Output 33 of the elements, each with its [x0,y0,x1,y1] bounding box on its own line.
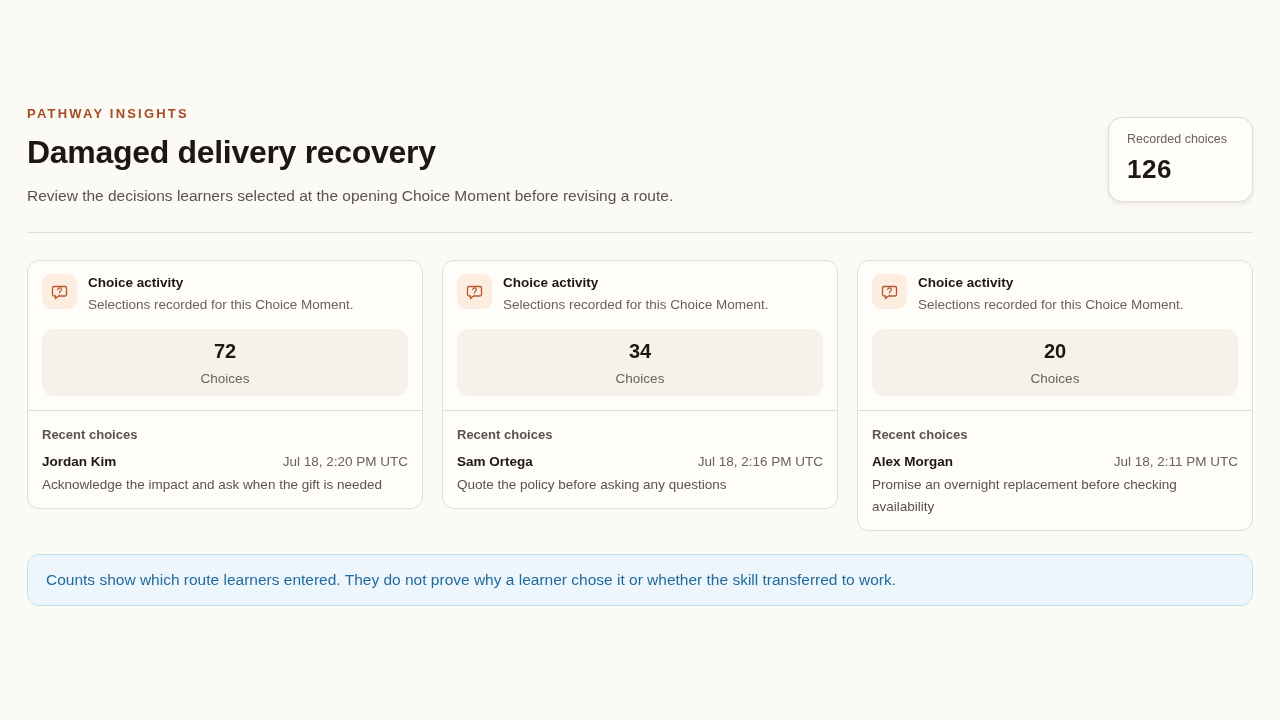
choice-count: 34 [627,340,653,363]
choice-text: Quote the policy before asking any questions [457,476,728,494]
card-title: Choice activity [503,275,600,290]
choice-count: 72 [212,340,238,363]
card-title: Choice activity [88,275,185,290]
chat-question-icon [42,274,77,309]
page-title: Damaged delivery recovery [27,133,437,171]
choice-text: Acknowledge the impact and ask when the gift is needed [42,476,383,494]
eyebrow-label: PATHWAY INSIGHTS [27,106,190,121]
summary-value: 126 [1127,154,1173,185]
recent-heading: Recent choices [42,427,139,442]
card-title: Choice activity [918,275,1015,290]
learner-name: Sam Ortega [457,454,533,469]
chat-question-icon [457,274,492,309]
count-label: Choices [1029,371,1081,386]
page-subtitle: Review the decisions learners selected at the opening Choice Moment before revising a route. [27,187,674,205]
learner-name: Alex Morgan [872,454,953,469]
count-label: Choices [614,371,666,386]
choice-text: Promise an overnight replacement before checking availability [872,476,1178,516]
choice-count: 20 [1042,340,1068,363]
card-description: Selections recorded for this Choice Moment. [918,297,1184,312]
choice-timestamp: Jul 18, 2:16 PM UTC [697,454,823,469]
chat-question-icon [872,274,907,309]
summary-label: Recorded choices [1127,132,1229,146]
card-description: Selections recorded for this Choice Moment. [88,297,354,312]
info-note: Counts show which route learners entered. They do not prove why a learner chose it or whether the skill transferred to work. [27,554,1253,606]
recent-heading: Recent choices [872,427,969,442]
choice-timestamp: Jul 18, 2:20 PM UTC [282,454,408,469]
recent-heading: Recent choices [457,427,554,442]
count-label: Choices [199,371,251,386]
card-description: Selections recorded for this Choice Moment. [503,297,769,312]
learner-name: Jordan Kim [42,454,117,469]
choice-timestamp: Jul 18, 2:11 PM UTC [1113,454,1238,469]
